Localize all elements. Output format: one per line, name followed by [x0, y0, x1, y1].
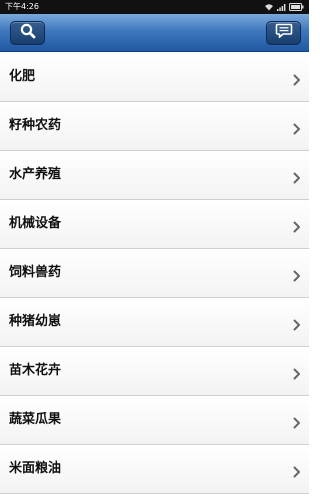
- category-label: 机械设备: [9, 216, 62, 231]
- category-label: 籽种农药: [9, 118, 62, 133]
- category-row[interactable]: 机械设备: [0, 200, 309, 249]
- status-time: 下午4:26: [5, 2, 39, 11]
- category-row[interactable]: 蔬菜瓜果: [0, 396, 309, 445]
- signal-icon: [277, 3, 286, 11]
- category-row[interactable]: 化肥: [0, 53, 309, 102]
- chevron-right-icon: [293, 316, 301, 331]
- chevron-right-icon: [293, 365, 301, 380]
- chevron-right-icon: [293, 218, 301, 233]
- chevron-right-icon: [293, 267, 301, 282]
- category-row[interactable]: 苗木花卉: [0, 347, 309, 396]
- category-row[interactable]: 米面粮油: [0, 445, 309, 494]
- message-button[interactable]: [266, 21, 301, 45]
- category-label: 水产养殖: [9, 167, 62, 182]
- category-label: 饲料兽药: [9, 265, 62, 280]
- category-row[interactable]: 种猪幼崽: [0, 298, 309, 347]
- chevron-right-icon: [293, 463, 301, 478]
- chevron-right-icon: [293, 71, 301, 86]
- search-icon: [19, 22, 37, 44]
- status-bar: 下午4:26: [0, 0, 309, 14]
- battery-icon: [289, 3, 304, 11]
- wifi-icon: [264, 3, 274, 11]
- category-label: 蔬菜瓜果: [9, 412, 62, 427]
- status-icons: [264, 3, 304, 11]
- chevron-right-icon: [293, 169, 301, 184]
- message-icon: [275, 23, 293, 43]
- chevron-right-icon: [293, 414, 301, 429]
- category-list: 化肥籽种农药水产养殖机械设备饲料兽药种猪幼崽苗木花卉蔬菜瓜果米面粮油: [0, 53, 309, 494]
- category-row[interactable]: 饲料兽药: [0, 249, 309, 298]
- category-label: 化肥: [9, 69, 36, 84]
- category-label: 米面粮油: [9, 461, 62, 476]
- category-row[interactable]: 水产养殖: [0, 151, 309, 200]
- chevron-right-icon: [293, 120, 301, 135]
- search-button[interactable]: [10, 21, 45, 45]
- category-label: 苗木花卉: [9, 363, 62, 378]
- category-row[interactable]: 籽种农药: [0, 102, 309, 151]
- category-label: 种猪幼崽: [9, 314, 62, 329]
- top-app-bar: [0, 14, 309, 52]
